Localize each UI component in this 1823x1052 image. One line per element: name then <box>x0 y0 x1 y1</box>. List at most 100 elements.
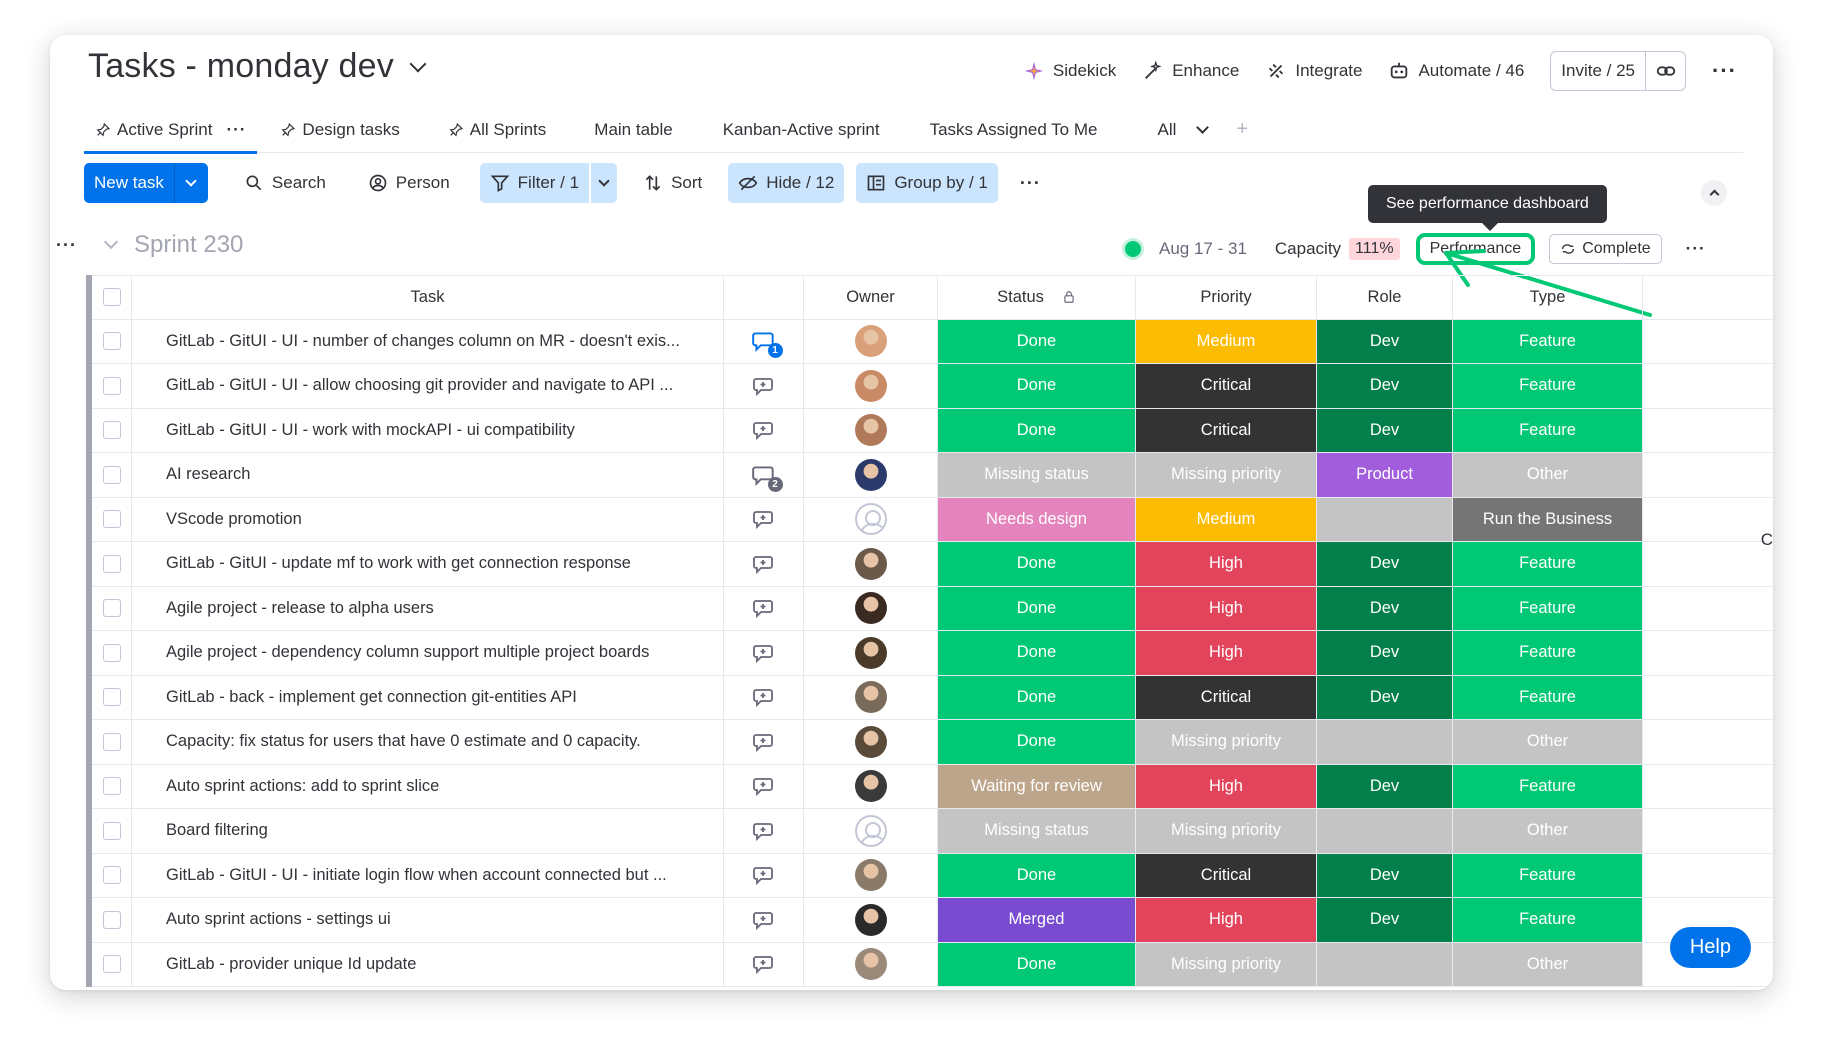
table-row[interactable]: GitLab - back - implement get connection… <box>92 675 1773 720</box>
row-select-cell[interactable] <box>92 898 132 942</box>
automate-button[interactable]: Automate / 46 <box>1388 60 1524 82</box>
updates-cell[interactable] <box>724 408 804 452</box>
row-select-cell[interactable] <box>92 453 132 497</box>
role-cell[interactable]: Dev <box>1317 675 1453 719</box>
role-cell[interactable]: Dev <box>1317 364 1453 408</box>
status-cell[interactable]: Done <box>938 319 1136 363</box>
status-cell[interactable]: Done <box>938 942 1136 986</box>
avatar[interactable] <box>854 592 887 625</box>
column-header-task[interactable]: Task <box>132 276 724 319</box>
row-checkbox[interactable] <box>102 732 121 751</box>
task-name-cell[interactable]: Capacity: fix status for users that have… <box>132 720 724 764</box>
task-name[interactable]: Auto sprint actions: add to sprint slice <box>166 777 439 796</box>
row-checkbox[interactable] <box>102 910 121 929</box>
task-name[interactable]: GitLab - GitUI - UI - work with mockAPI … <box>166 421 575 440</box>
owner-cell[interactable] <box>804 453 938 497</box>
help-button[interactable]: Help <box>1669 927 1751 968</box>
role-cell[interactable] <box>1317 720 1453 764</box>
row-select-cell[interactable] <box>92 542 132 586</box>
task-name-cell[interactable]: GitLab - GitUI - UI - allow choosing git… <box>132 364 724 408</box>
board-title-row[interactable]: Tasks - monday dev <box>88 47 427 86</box>
role-cell[interactable] <box>1317 809 1453 853</box>
type-cell[interactable]: Feature <box>1453 675 1643 719</box>
avatar[interactable] <box>854 770 887 803</box>
task-name[interactable]: Auto sprint actions - settings ui <box>166 910 391 929</box>
status-cell[interactable]: Needs design <box>938 497 1136 541</box>
type-cell[interactable]: Feature <box>1453 408 1643 452</box>
owner-cell[interactable] <box>804 809 938 853</box>
add-update-icon[interactable] <box>752 952 776 976</box>
table-row[interactable]: GitLab - GitUI - UI - allow choosing git… <box>92 364 1773 409</box>
row-select-cell[interactable] <box>92 364 132 408</box>
owner-cell[interactable] <box>804 631 938 675</box>
new-task-button[interactable]: New task <box>84 163 208 203</box>
updates-cell[interactable] <box>724 497 804 541</box>
new-task-dropdown[interactable] <box>173 163 208 203</box>
task-name-cell[interactable]: GitLab - provider unique Id update <box>132 942 724 986</box>
add-update-icon[interactable] <box>752 819 776 843</box>
priority-cell[interactable]: High <box>1136 898 1317 942</box>
status-cell[interactable]: Done <box>938 408 1136 452</box>
updates-cell[interactable] <box>724 764 804 808</box>
role-cell[interactable]: Dev <box>1317 631 1453 675</box>
updates-cell[interactable] <box>724 720 804 764</box>
conversation-icon[interactable]: 2 <box>751 462 783 492</box>
role-cell[interactable]: Product <box>1317 453 1453 497</box>
row-checkbox[interactable] <box>102 332 121 351</box>
priority-cell[interactable]: High <box>1136 631 1317 675</box>
owner-cell[interactable] <box>804 853 938 897</box>
role-cell[interactable]: Dev <box>1317 764 1453 808</box>
row-select-cell[interactable] <box>92 408 132 452</box>
row-checkbox[interactable] <box>102 599 121 618</box>
add-update-icon[interactable] <box>752 685 776 709</box>
avatar[interactable] <box>854 859 887 892</box>
priority-cell[interactable]: Medium <box>1136 497 1317 541</box>
select-all-cell[interactable] <box>92 276 132 319</box>
table-row[interactable]: Capacity: fix status for users that have… <box>92 720 1773 765</box>
filter-button[interactable]: Filter / 1 <box>479 163 590 203</box>
status-cell[interactable]: Done <box>938 853 1136 897</box>
priority-cell[interactable]: High <box>1136 542 1317 586</box>
add-update-icon[interactable] <box>752 908 776 932</box>
avatar[interactable] <box>854 325 887 358</box>
owner-cell[interactable] <box>804 319 938 363</box>
add-update-icon[interactable] <box>752 730 776 754</box>
task-name-cell[interactable]: Auto sprint actions: add to sprint slice <box>132 764 724 808</box>
add-update-icon[interactable] <box>752 641 776 665</box>
toolbar-more-icon[interactable]: ··· <box>1020 173 1041 194</box>
updates-cell[interactable] <box>724 364 804 408</box>
priority-cell[interactable]: Critical <box>1136 675 1317 719</box>
priority-cell[interactable]: High <box>1136 764 1317 808</box>
status-cell[interactable]: Waiting for review <box>938 764 1136 808</box>
table-row[interactable]: AI research 2 Missing status Missing pri… <box>92 453 1773 498</box>
conversation-icon[interactable]: 1 <box>751 328 783 359</box>
row-checkbox[interactable] <box>102 777 121 796</box>
row-select-cell[interactable] <box>92 764 132 808</box>
add-update-icon[interactable] <box>752 774 776 798</box>
table-row[interactable]: GitLab - provider unique Id update Done … <box>92 942 1773 987</box>
task-name-cell[interactable]: GitLab - GitUI - UI - number of changes … <box>132 319 724 363</box>
tab-design-tasks[interactable]: Design tasks <box>269 107 410 153</box>
status-cell[interactable]: Done <box>938 542 1136 586</box>
updates-cell[interactable] <box>724 542 804 586</box>
chevron-down-icon[interactable] <box>409 55 427 72</box>
table-row[interactable]: Auto sprint actions - settings ui Merged… <box>92 898 1773 943</box>
task-name-cell[interactable]: AI research <box>132 453 724 497</box>
tab-active-sprint[interactable]: Active Sprint ··· <box>84 107 258 154</box>
table-row[interactable]: Agile project - dependency column suppor… <box>92 631 1773 676</box>
owner-cell[interactable] <box>804 720 938 764</box>
priority-cell[interactable]: Critical <box>1136 364 1317 408</box>
role-cell[interactable]: Dev <box>1317 408 1453 452</box>
add-update-icon[interactable] <box>752 507 776 531</box>
row-select-cell[interactable] <box>92 319 132 363</box>
status-cell[interactable]: Done <box>938 631 1136 675</box>
row-select-cell[interactable] <box>92 497 132 541</box>
task-name-cell[interactable]: Agile project - release to alpha users <box>132 586 724 630</box>
role-cell[interactable]: Dev <box>1317 898 1453 942</box>
task-name-cell[interactable]: Board filtering <box>132 809 724 853</box>
type-cell[interactable]: Feature <box>1453 764 1643 808</box>
avatar[interactable] <box>854 636 887 669</box>
owner-cell[interactable] <box>804 497 938 541</box>
row-checkbox[interactable] <box>102 510 121 529</box>
task-name[interactable]: GitLab - provider unique Id update <box>166 955 416 974</box>
